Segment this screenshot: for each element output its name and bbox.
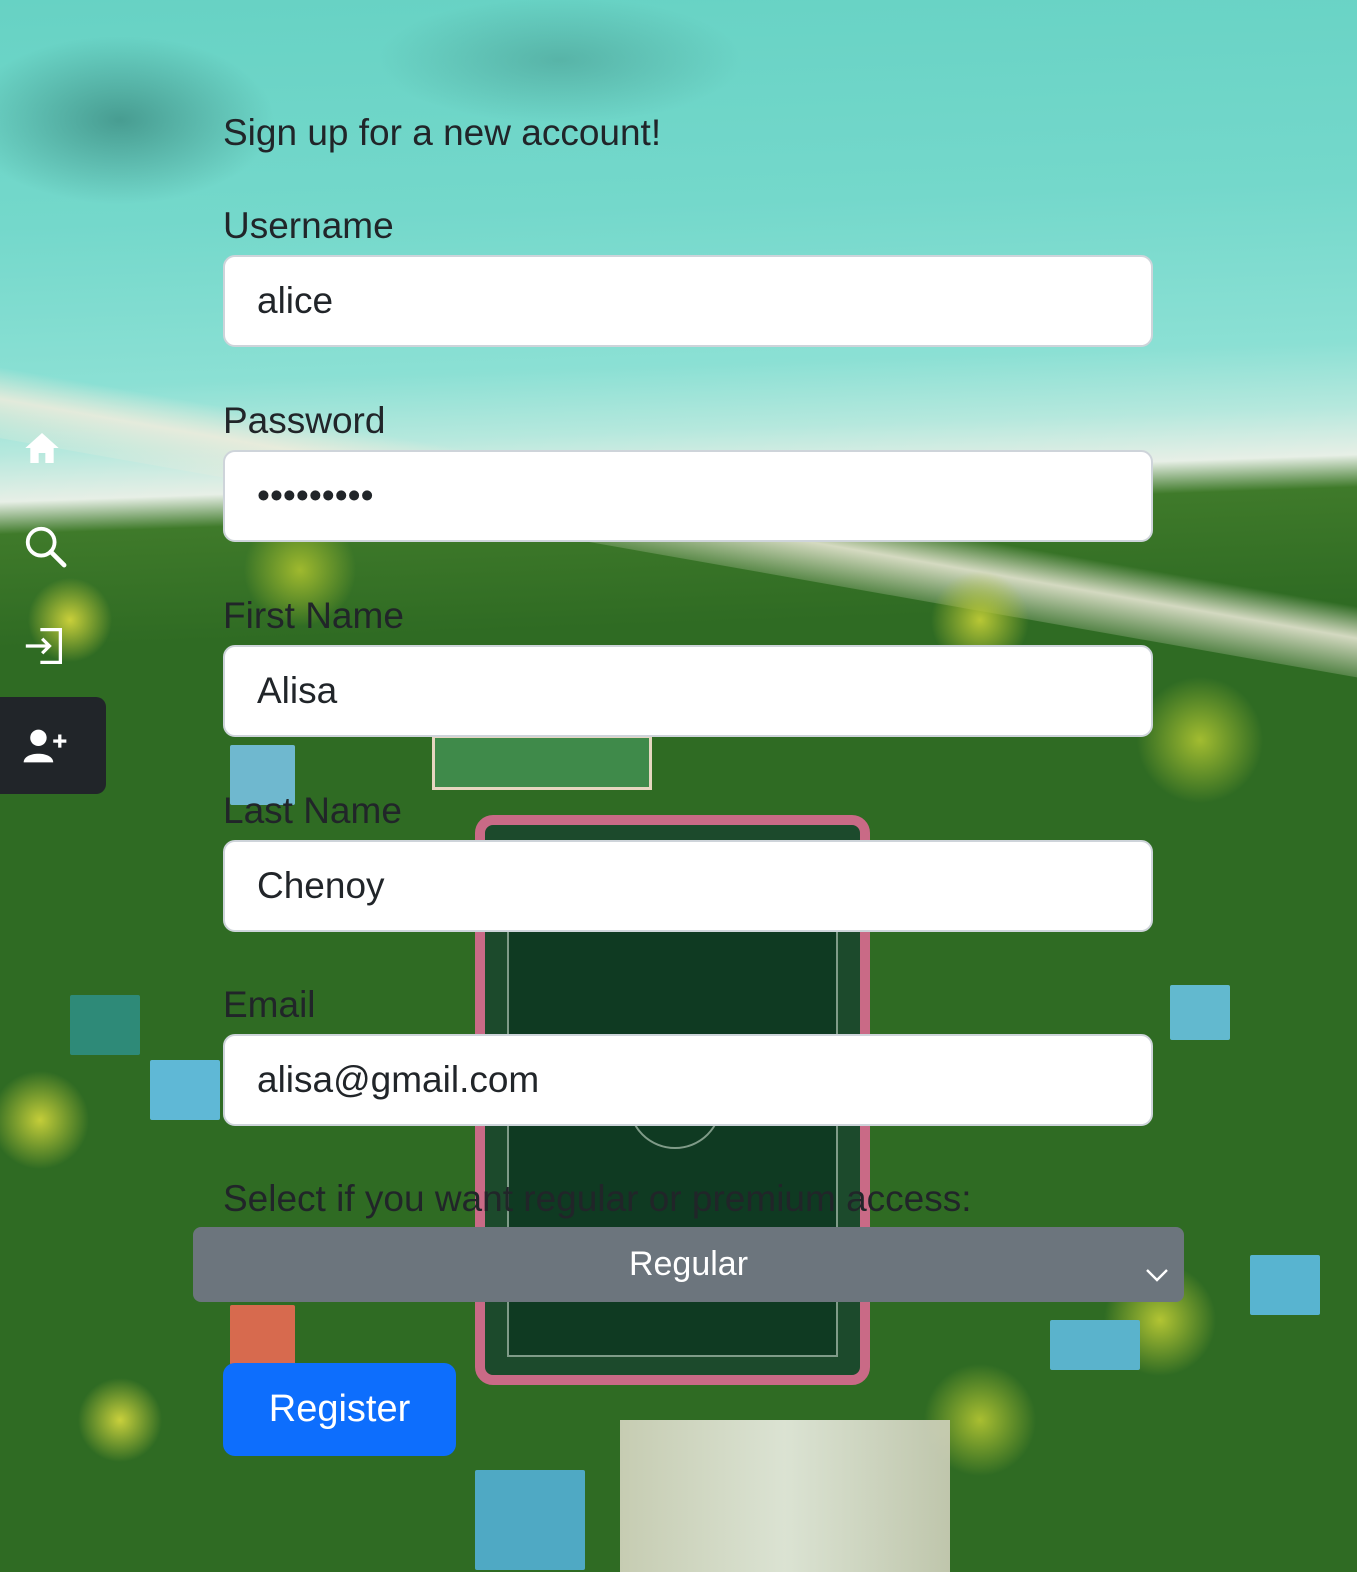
home-icon: [22, 428, 62, 468]
search-icon: [22, 523, 68, 569]
first-name-label: First Name: [223, 595, 404, 636]
chevron-down-icon: [1144, 1255, 1170, 1294]
roof: [475, 1470, 585, 1570]
first-name-input[interactable]: [223, 645, 1153, 737]
password-label: Password: [223, 400, 386, 441]
roof: [1170, 985, 1230, 1040]
small-field: [432, 735, 652, 790]
username-input[interactable]: [223, 255, 1153, 347]
last-name-input[interactable]: [223, 840, 1153, 932]
email-input[interactable]: [223, 1034, 1153, 1126]
nav-home[interactable]: [0, 405, 106, 491]
roof: [70, 995, 140, 1055]
login-icon: [22, 626, 66, 666]
background-image: [0, 0, 1357, 1572]
roof: [150, 1060, 220, 1120]
register-button[interactable]: Register: [223, 1363, 456, 1456]
sand-lot: [620, 1420, 950, 1572]
roof: [230, 1305, 295, 1365]
last-name-label: Last Name: [223, 790, 402, 831]
access-label: Select if you want regular or premium ac…: [223, 1178, 972, 1219]
add-user-icon: [22, 726, 68, 766]
username-label: Username: [223, 205, 394, 246]
roof: [1050, 1320, 1140, 1370]
roof: [1250, 1255, 1320, 1315]
email-label: Email: [223, 984, 316, 1025]
nav-search[interactable]: [0, 503, 106, 589]
password-input[interactable]: [223, 450, 1153, 542]
page-title: Sign up for a new account!: [223, 112, 662, 153]
access-selected-value: Regular: [628, 1245, 749, 1283]
nav-login[interactable]: [0, 603, 106, 689]
access-select[interactable]: Regular: [193, 1227, 1184, 1302]
nav-register[interactable]: [0, 697, 106, 794]
